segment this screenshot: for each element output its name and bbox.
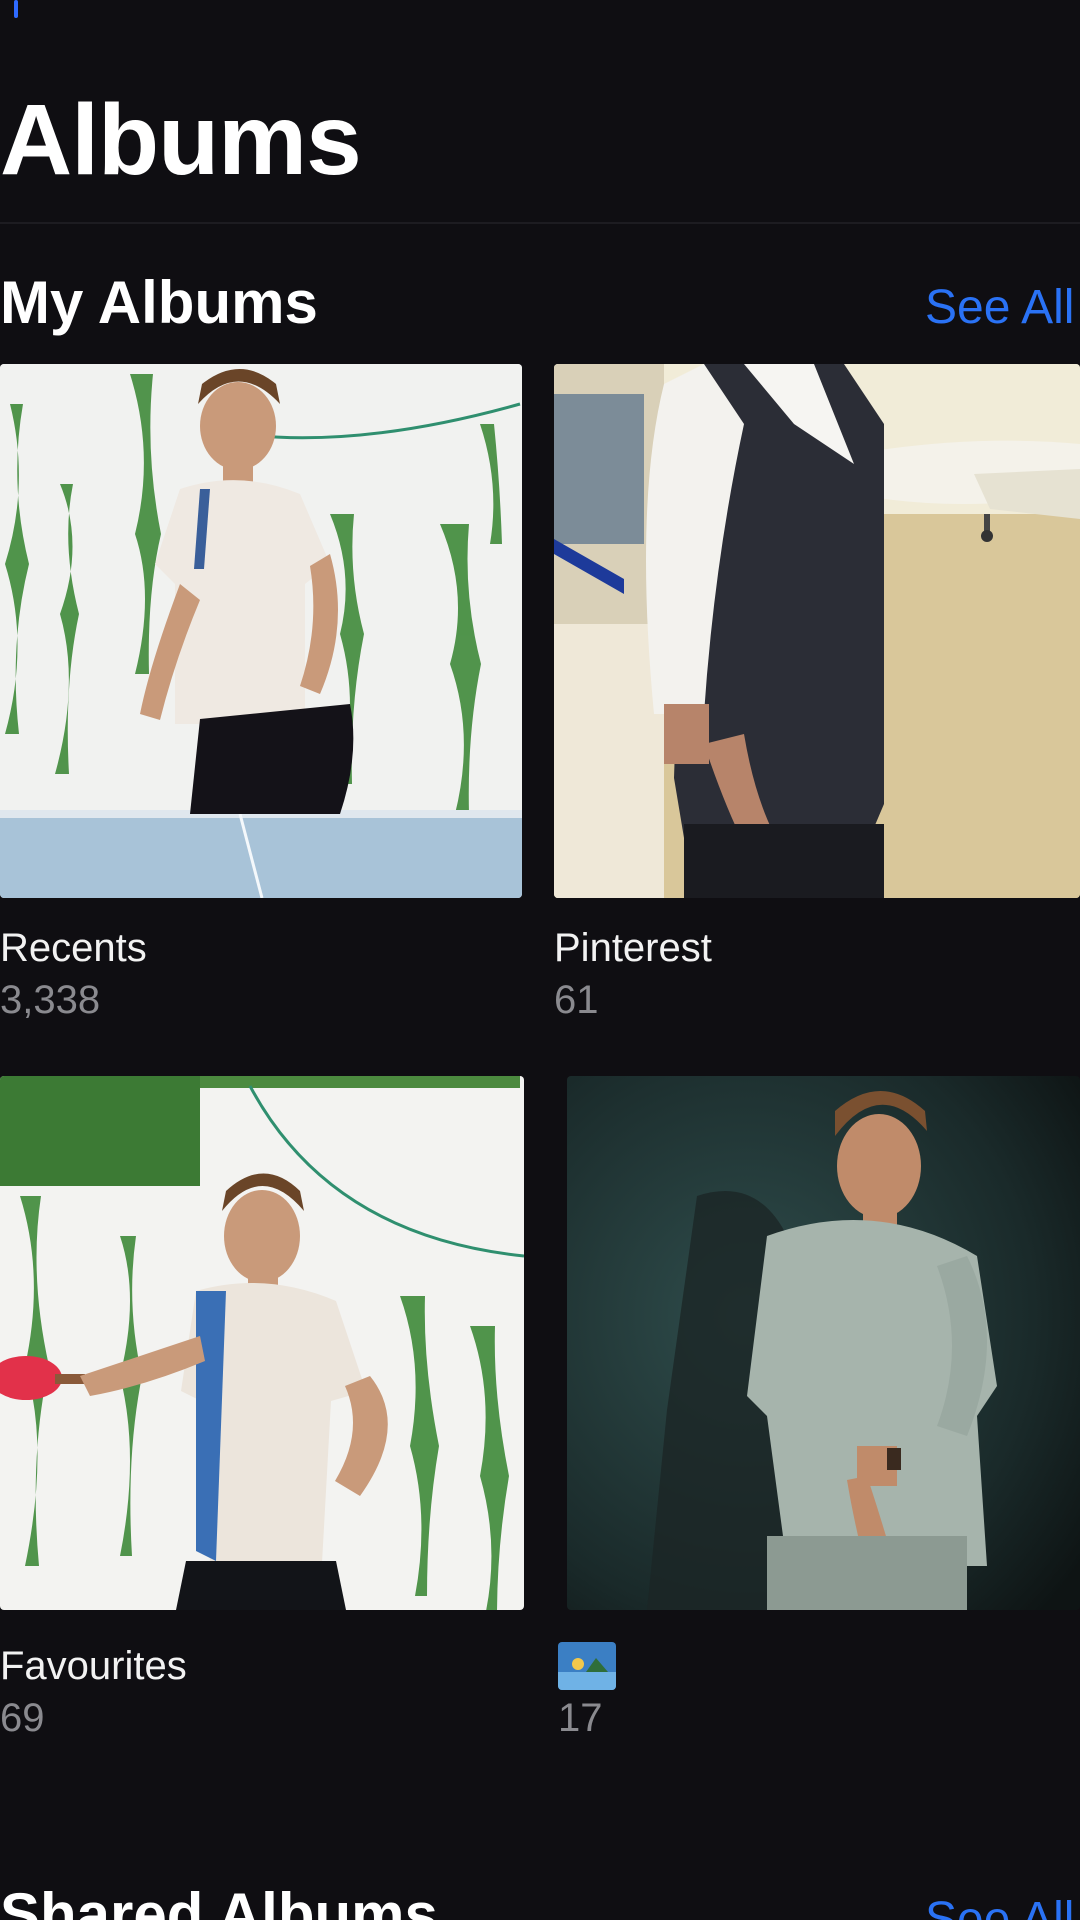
my-albums-header: My Albums See All <box>0 268 1080 348</box>
divider <box>0 222 1080 224</box>
album-count-recents: 3,338 <box>0 978 101 1022</box>
album-cover-favourites <box>0 1076 524 1610</box>
page-title: Albums <box>0 84 362 196</box>
album-name-favourites: Favourites <box>0 1644 187 1688</box>
album-count-pinterest: 61 <box>554 978 599 1022</box>
album-thumbnail-icon <box>558 1642 616 1690</box>
album-name-recents: Recents <box>0 926 147 970</box>
album-cover-recents <box>0 364 522 898</box>
shared-albums-header: Shared Albums See All <box>0 1880 1080 1920</box>
album-recents[interactable]: Recents 3,338 <box>0 364 522 1024</box>
album-cover-pinterest <box>554 364 1080 898</box>
album-pinterest[interactable]: Pinterest 61 <box>554 364 1080 1024</box>
album-count-favourites: 69 <box>0 1696 45 1740</box>
album-cover-untitled <box>567 1076 1080 1610</box>
album-count-untitled: 17 <box>558 1696 603 1740</box>
see-all-my-albums-button[interactable]: See All <box>925 278 1074 338</box>
section-title-my-albums: My Albums <box>0 269 318 336</box>
section-title-shared-albums: Shared Albums <box>0 1881 438 1920</box>
album-untitled[interactable]: 17 <box>558 1076 1080 1740</box>
albums-screen: Albums My Albums See All Recents 3,338 P… <box>0 0 1080 1920</box>
scroll-indicator <box>14 0 18 18</box>
album-name-pinterest: Pinterest <box>554 926 712 970</box>
album-favourites[interactable]: Favourites 69 <box>0 1076 524 1740</box>
see-all-shared-albums-button[interactable]: See All <box>925 1890 1074 1920</box>
